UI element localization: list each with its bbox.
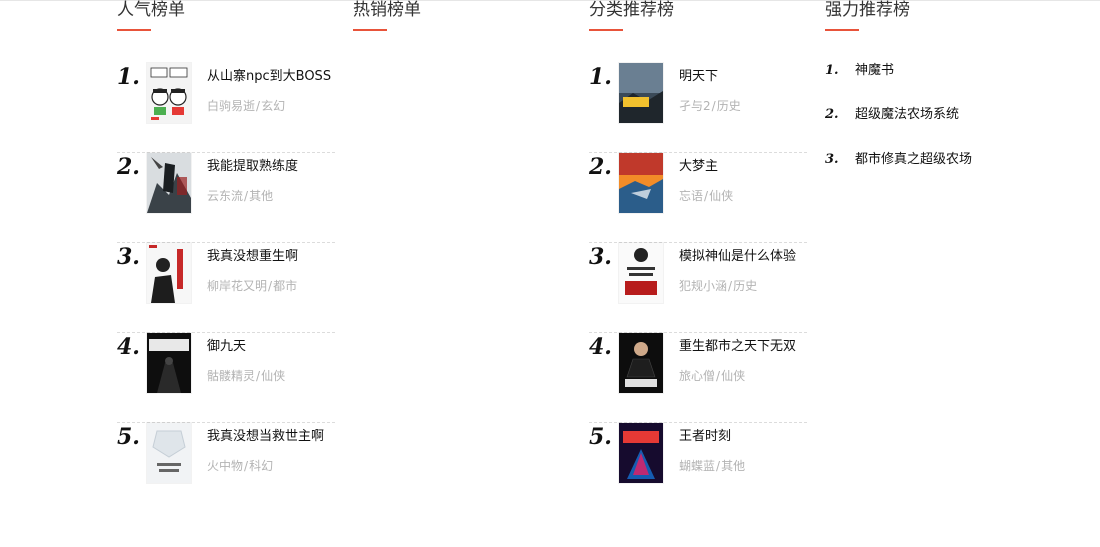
ranking-item[interactable]: 1. 从山寨npc到大BOSS 白驹易逝/玄幻 [117,63,335,153]
ranking-item[interactable]: 5. 王者时刻 蝴蝶蓝/其他 [589,423,807,513]
student-cover[interactable] [147,243,191,303]
rank-number: 4. [117,334,140,360]
book-title[interactable]: 明天下 [679,69,718,85]
column-title: 强力推荐榜 [825,0,910,20]
book-author[interactable]: 云东流 [207,189,243,203]
book-author[interactable]: 白驹易逝 [207,99,255,113]
book-genre[interactable]: 历史 [733,279,757,293]
book-meta: 蝴蝶蓝/其他 [679,459,746,473]
book-genre[interactable]: 科幻 [249,459,273,473]
book-title[interactable]: 大梦主 [679,159,718,175]
book-author[interactable]: 骷髅精灵 [207,369,255,383]
book-author[interactable]: 旅心僧 [679,369,715,383]
book-meta: 白驹易逝/玄幻 [207,99,286,113]
title-underline [117,29,151,31]
neon-cover[interactable] [619,423,663,483]
rank-number: 2. [117,154,140,180]
column-title: 热销榜单 [353,0,421,20]
rank-number: 5. [589,424,612,450]
book-author[interactable]: 忘语 [679,189,703,203]
rank-number: 2. [589,154,612,180]
light-cover[interactable] [147,423,191,483]
strong-list-item[interactable]: 2. 超级魔法农场系统 [825,106,1025,126]
book-genre[interactable]: 仙侠 [721,369,745,383]
book-title[interactable]: 王者时刻 [679,429,731,445]
column-title: 人气榜单 [117,0,185,20]
rank-number: 3. [589,244,612,270]
book-title[interactable]: 都市修真之超级农场 [855,151,972,169]
ranking-item[interactable]: 4. 重生都市之天下无双 旅心僧/仙侠 [589,333,807,423]
ranking-item[interactable]: 2. 大梦主 忘语/仙侠 [589,153,807,243]
rank-number: 4. [589,334,612,360]
rank-number: 3. [825,152,839,167]
book-meta: 犯规小涵/历史 [679,279,758,293]
book-meta: 旅心僧/仙侠 [679,369,746,383]
book-meta: 柳岸花又明/都市 [207,279,298,293]
book-title[interactable]: 超级魔法农场系统 [855,106,959,124]
book-genre[interactable]: 仙侠 [261,369,285,383]
ranking-item[interactable]: 2. 我能提取熟练度 云东流/其他 [117,153,335,243]
book-genre[interactable]: 都市 [273,279,297,293]
book-meta: 忘语/仙侠 [679,189,734,203]
rank-number: 3. [117,244,140,270]
book-title[interactable]: 御九天 [207,339,246,355]
title-underline [825,29,859,31]
rank-number: 2. [825,107,839,122]
title-underline [589,29,623,31]
column-title: 分类推荐榜 [589,0,674,20]
ranking-item[interactable]: 3. 我真没想重生啊 柳岸花又明/都市 [117,243,335,333]
ranking-item[interactable]: 5. 我真没想当救世主啊 火中物/科幻 [117,423,335,513]
warrior-cover[interactable] [147,153,191,213]
book-title[interactable]: 重生都市之天下无双 [679,339,796,355]
rank-number: 1. [117,64,140,90]
book-author[interactable]: 蝴蝶蓝 [679,459,715,473]
strong-list-item[interactable]: 1. 神魔书 [825,62,1025,82]
book-author[interactable]: 犯规小涵 [679,279,727,293]
book-title[interactable]: 模拟神仙是什么体验 [679,249,796,265]
strong-list-item[interactable]: 3. 都市修真之超级农场 [825,151,1025,171]
book-title[interactable]: 我真没想重生啊 [207,249,298,265]
book-meta: 骷髅精灵/仙侠 [207,369,286,383]
book-title[interactable]: 从山寨npc到大BOSS [207,69,331,85]
sketch-cover[interactable] [619,243,663,303]
book-author[interactable]: 柳岸花又明 [207,279,267,293]
book-genre[interactable]: 历史 [717,99,741,113]
ranking-item[interactable]: 4. 御九天 骷髅精灵/仙侠 [117,333,335,423]
book-genre[interactable]: 其他 [721,459,745,473]
ranking-item[interactable]: 1. 明天下 孑与2/历史 [589,63,807,153]
rank-number: 5. [117,424,140,450]
book-author[interactable]: 火中物 [207,459,243,473]
book-title[interactable]: 我能提取熟练度 [207,159,298,175]
ranking-item[interactable]: 3. 模拟神仙是什么体验 犯规小涵/历史 [589,243,807,333]
suit-cover[interactable] [619,333,663,393]
fire-cover[interactable] [619,153,663,213]
sky-cover[interactable] [619,63,663,123]
rank-number: 1. [825,63,839,78]
cartoon-cover[interactable] [147,63,191,123]
book-title[interactable]: 神魔书 [855,62,894,80]
book-meta: 火中物/科幻 [207,459,274,473]
book-genre[interactable]: 其他 [249,189,273,203]
book-author[interactable]: 孑与2 [679,99,711,113]
book-meta: 孑与2/历史 [679,99,741,113]
book-genre[interactable]: 仙侠 [709,189,733,203]
dark-title-cover[interactable] [147,333,191,393]
title-underline [353,29,387,31]
book-meta: 云东流/其他 [207,189,274,203]
book-title[interactable]: 我真没想当救世主啊 [207,429,324,445]
book-genre[interactable]: 玄幻 [261,99,285,113]
rank-number: 1. [589,64,612,90]
